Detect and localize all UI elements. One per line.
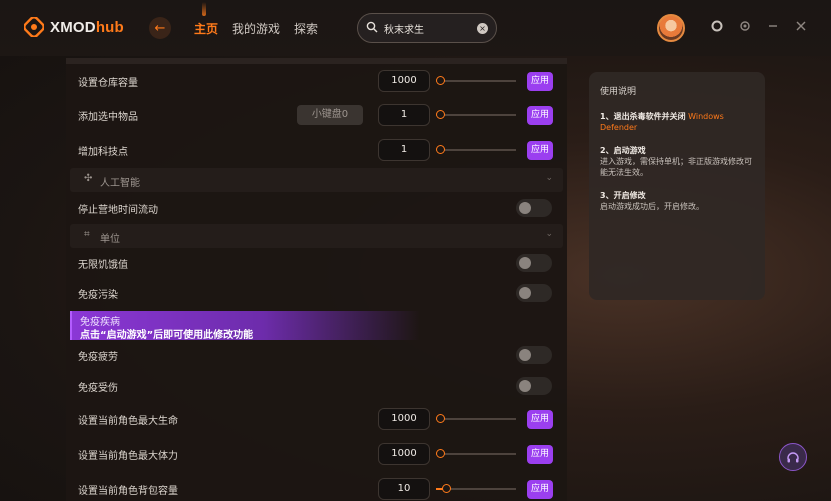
- setting-row-tech-points: 增加科技点 1 应用: [66, 135, 567, 165]
- setting-row-backpack: 设置当前角色背包容量 10 应用: [66, 474, 567, 501]
- value-slider[interactable]: [436, 449, 516, 458]
- nav-home[interactable]: 主页: [194, 2, 218, 37]
- notification-icon[interactable]: [711, 20, 723, 35]
- disabled-hint-tooltip: 免疫疾病 点击“启动游戏”后即可使用此修改功能: [70, 311, 420, 341]
- value-slider[interactable]: [436, 414, 516, 423]
- value-slider[interactable]: [436, 110, 516, 119]
- headset-icon: [786, 450, 800, 464]
- setting-row-add-item: 添加选中物品 小键盘0 1 应用: [66, 100, 567, 130]
- search-input[interactable]: 秋末求生: [384, 21, 471, 36]
- help-step-heading: 1、退出杀毒软件并关闭: [600, 112, 686, 121]
- value-input[interactable]: 1: [378, 139, 430, 161]
- chevron-down-icon: ⌄: [545, 173, 553, 183]
- value-slider[interactable]: [436, 145, 516, 154]
- slider-knob[interactable]: [436, 110, 445, 119]
- row-label: 设置当前角色最大生命: [78, 415, 178, 427]
- section-label: 单位: [100, 234, 120, 245]
- back-arrow-icon: ←: [154, 20, 166, 36]
- toggle-switch[interactable]: [516, 254, 552, 272]
- section-label: 人工智能: [100, 178, 140, 189]
- help-step-body: 启动游戏成功后，开启修改。: [600, 202, 704, 211]
- value-input[interactable]: 1000: [378, 408, 430, 430]
- search-box[interactable]: 秋末求生 ×: [357, 13, 497, 43]
- window-controls: [711, 20, 807, 35]
- help-title: 使用说明: [600, 87, 637, 97]
- help-step-2: 2、启动游戏 进入游戏，需保持单机；非正版游戏修改可能无法生效。: [600, 145, 754, 178]
- apply-button[interactable]: 应用: [527, 71, 553, 91]
- nav-my-games[interactable]: 我的游戏: [232, 20, 280, 37]
- settings-icon[interactable]: [739, 20, 751, 35]
- app-logo-text: XMODhub: [50, 18, 124, 36]
- toggle-switch[interactable]: [516, 199, 552, 217]
- cheat-panel: 设置仓库容量 1000 应用 添加选中物品 小键盘0 1 应用 增加科技点 1 …: [66, 58, 567, 501]
- help-step-heading: 3、开启修改: [600, 191, 646, 200]
- slider-knob[interactable]: [436, 414, 445, 423]
- apply-button[interactable]: 应用: [527, 140, 553, 160]
- usage-instructions-panel: 使用说明 1、退出杀毒软件并关闭 Windows Defender 2、启动游戏…: [589, 72, 765, 300]
- value-input[interactable]: 1: [378, 104, 430, 126]
- toggle-switch[interactable]: [516, 377, 552, 395]
- toggle-row-camp-time: 停止营地时间流动: [66, 193, 567, 223]
- value-input[interactable]: 1000: [378, 443, 430, 465]
- xmod-logo-icon: [23, 16, 45, 38]
- row-label: 设置当前角色背包容量: [78, 485, 178, 497]
- slider-knob[interactable]: [436, 145, 445, 154]
- nav-explore[interactable]: 探索: [294, 20, 318, 37]
- row-label: 设置当前角色最大体力: [78, 450, 178, 462]
- toggle-row-injury: 免疫受伤: [66, 371, 567, 401]
- help-step-3: 3、开启修改 启动游戏成功后，开启修改。: [600, 190, 754, 212]
- main-nav: 主页 我的游戏 探索: [194, 2, 318, 37]
- apply-button[interactable]: 应用: [527, 409, 553, 429]
- row-label: 停止营地时间流动: [78, 204, 158, 216]
- hotkey-button[interactable]: 小键盘0: [297, 105, 363, 125]
- toggle-switch[interactable]: [516, 284, 552, 302]
- slider-knob[interactable]: [442, 484, 451, 493]
- avatar[interactable]: [657, 14, 685, 42]
- help-step-1: 1、退出杀毒软件并关闭 Windows Defender: [600, 111, 754, 133]
- chevron-down-icon: ⌄: [545, 229, 553, 239]
- app-logo[interactable]: XMODhub: [23, 16, 124, 38]
- section-header-unit[interactable]: ⌗ 单位 ⌄: [70, 224, 563, 248]
- row-label: 无限饥饿值: [78, 259, 128, 271]
- setting-row-storage: 设置仓库容量 1000 应用: [66, 66, 567, 96]
- slider-knob[interactable]: [436, 449, 445, 458]
- minimize-icon[interactable]: [767, 20, 779, 35]
- row-label: 免疫受伤: [78, 382, 118, 394]
- ai-icon: ✣: [84, 173, 93, 184]
- apply-button[interactable]: 应用: [527, 105, 553, 125]
- setting-row-max-health: 设置当前角色最大生命 1000 应用: [66, 404, 567, 434]
- toggle-row-hunger: 无限饥饿值: [66, 248, 567, 278]
- row-label: 免疫疲劳: [78, 351, 118, 363]
- back-button[interactable]: ←: [149, 17, 171, 39]
- row-label: 增加科技点: [78, 146, 128, 158]
- toggle-switch[interactable]: [516, 346, 552, 364]
- slider-knob[interactable]: [436, 76, 445, 85]
- toggle-row-fatigue: 免疫疲劳: [66, 340, 567, 370]
- help-step-heading: 2、启动游戏: [600, 146, 646, 155]
- clear-icon[interactable]: ×: [477, 22, 488, 34]
- value-slider[interactable]: [436, 484, 516, 493]
- tooltip-message: 点击“启动游戏”后即可使用此修改功能: [80, 330, 254, 341]
- support-button[interactable]: [779, 443, 807, 471]
- row-label: 免疫污染: [78, 289, 118, 301]
- top-bar: XMODhub ← 主页 我的游戏 探索 秋末求生 ×: [0, 0, 831, 56]
- value-input[interactable]: 1000: [378, 70, 430, 92]
- value-slider[interactable]: [436, 76, 516, 85]
- apply-button[interactable]: 应用: [527, 479, 553, 499]
- search-icon: [366, 21, 378, 36]
- section-header-ai[interactable]: ✣ 人工智能 ⌄: [70, 168, 563, 192]
- apply-button[interactable]: 应用: [527, 444, 553, 464]
- row-label: 设置仓库容量: [78, 77, 138, 89]
- unit-icon: ⌗: [84, 229, 90, 240]
- help-step-body: 进入游戏，需保持单机；非正版游戏修改可能无法生效。: [600, 157, 752, 177]
- close-icon[interactable]: [795, 20, 807, 35]
- row-label: 添加选中物品: [78, 111, 138, 123]
- value-input[interactable]: 10: [378, 478, 430, 500]
- setting-row-max-stamina: 设置当前角色最大体力 1000 应用: [66, 439, 567, 469]
- toggle-row-pollution: 免疫污染: [66, 278, 567, 308]
